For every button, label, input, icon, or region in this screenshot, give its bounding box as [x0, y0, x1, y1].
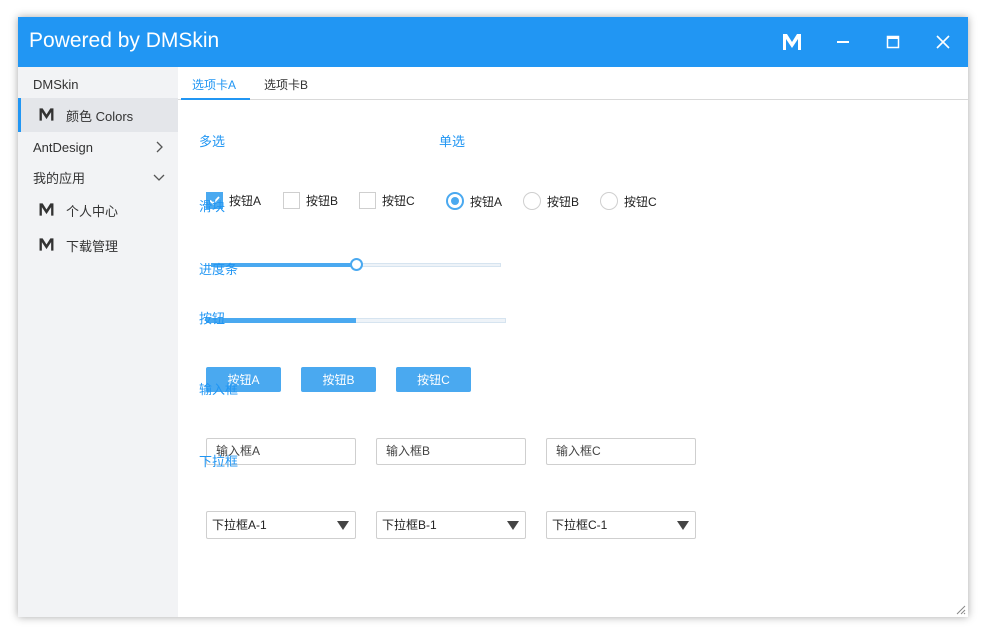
radio-dot: [600, 192, 618, 210]
checkbox-label: 按钮A: [229, 194, 262, 208]
app-window: Powered by DMSkin DMSkin 颜色 Colors AntDe: [18, 17, 968, 617]
dropdown-value: 下拉框A-1: [212, 518, 267, 532]
sidebar-item-my-apps[interactable]: 我的应用: [18, 160, 178, 194]
m-logo-icon: [38, 201, 55, 221]
checkbox-box: [359, 192, 376, 209]
m-logo-icon: [38, 106, 55, 126]
sidebar: DMSkin 颜色 Colors AntDesign 我的应用 个人中心 下载管…: [18, 67, 178, 617]
radio-dot: [446, 192, 464, 210]
checkbox-box: [283, 192, 300, 209]
sidebar-item-download-manager[interactable]: 下载管理: [18, 228, 178, 262]
sidebar-item-label: 个人中心: [66, 203, 119, 219]
sidebar-item-antdesign[interactable]: AntDesign: [18, 130, 178, 164]
chevron-down-icon: [152, 170, 166, 184]
tab-b[interactable]: 选项卡B: [264, 76, 308, 93]
checkbox-c[interactable]: 按钮C: [359, 192, 415, 209]
section-title-progress: 进度条: [199, 262, 239, 277]
sidebar-item-personal-center[interactable]: 个人中心: [18, 193, 178, 227]
sidebar-item-label: AntDesign: [33, 139, 93, 155]
close-icon[interactable]: [931, 30, 955, 54]
window-title: Powered by DMSkin: [29, 29, 220, 52]
section-title-multi: 多选: [199, 134, 226, 149]
dropdown-a[interactable]: 下拉框A-1: [206, 511, 356, 539]
section-title-single: 单选: [439, 134, 466, 149]
tab-bar: 选项卡A 选项卡B: [178, 67, 968, 100]
dropdown-value: 下拉框B-1: [382, 518, 437, 532]
radio-label: 按钮B: [547, 194, 580, 209]
tab-active-indicator: [181, 98, 250, 100]
checkbox-label: 按钮C: [382, 194, 415, 208]
minimize-icon[interactable]: [831, 30, 855, 54]
chevron-right-icon: [152, 140, 166, 154]
section-title-inputs: 输入框: [199, 382, 239, 397]
checkbox-label: 按钮B: [306, 194, 339, 208]
radio-dot: [523, 192, 541, 210]
sidebar-item-colors[interactable]: 颜色 Colors: [18, 98, 178, 132]
radio-a[interactable]: 按钮A: [446, 192, 502, 210]
sidebar-item-label: 下载管理: [66, 238, 119, 254]
m-logo-icon[interactable]: [780, 30, 804, 54]
m-logo-icon: [38, 236, 55, 256]
dropdown-value: 下拉框C-1: [552, 518, 608, 532]
sidebar-header: DMSkin: [33, 76, 79, 92]
radio-b[interactable]: 按钮B: [523, 192, 579, 210]
input-c[interactable]: 输入框C: [546, 438, 696, 465]
dropdown-c[interactable]: 下拉框C-1: [546, 511, 696, 539]
button-b[interactable]: 按钮B: [301, 367, 376, 392]
section-title-buttons: 按钮: [199, 311, 226, 326]
button-c[interactable]: 按钮C: [396, 367, 471, 392]
input-b[interactable]: 输入框B: [376, 438, 526, 465]
slider-thumb[interactable]: [350, 258, 363, 271]
sidebar-item-label: 我的应用: [33, 170, 86, 186]
dropdown-arrow-icon: [677, 521, 689, 530]
sidebar-item-label: 颜色 Colors: [66, 108, 134, 124]
radio-label: 按钮A: [470, 194, 503, 209]
main-content: 选项卡A 选项卡B 多选 单选 按钮A 按钮B 按钮C 按钮A 按钮B 按钮C …: [178, 67, 968, 617]
dropdown-arrow-icon: [507, 521, 519, 530]
checkbox-b[interactable]: 按钮B: [283, 192, 338, 209]
radio-c[interactable]: 按钮C: [600, 192, 657, 210]
tab-a[interactable]: 选项卡A: [192, 76, 236, 93]
dropdown-arrow-icon: [337, 521, 349, 530]
section-title-dropdowns: 下拉框: [199, 454, 239, 469]
radio-label: 按钮C: [624, 194, 657, 209]
maximize-icon[interactable]: [881, 30, 905, 54]
section-title-slider: 滑块: [199, 199, 226, 214]
dropdown-b[interactable]: 下拉框B-1: [376, 511, 526, 539]
progress-fill: [206, 318, 356, 323]
resize-grip-icon[interactable]: [956, 605, 966, 615]
title-bar[interactable]: Powered by DMSkin: [18, 17, 968, 67]
